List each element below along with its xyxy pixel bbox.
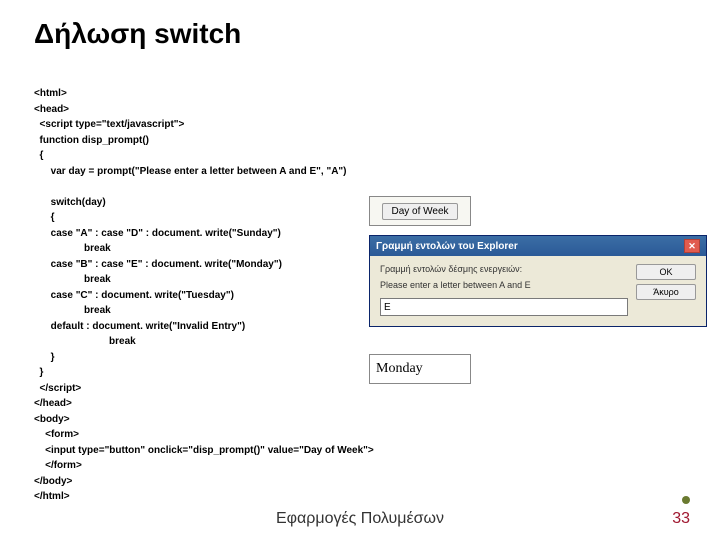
prompt-input[interactable] bbox=[380, 298, 628, 316]
day-of-week-button[interactable]: Day of Week bbox=[382, 203, 457, 220]
browser-output-frame: Monday bbox=[369, 354, 471, 384]
dialog-prompt-text: Please enter a letter between A and E bbox=[380, 280, 628, 290]
code-block: <html> <head> <script type="text/javascr… bbox=[34, 86, 374, 505]
dialog-titlebar: Γραμμή εντολών του Explorer ✕ bbox=[370, 236, 706, 256]
prompt-dialog: Γραμμή εντολών του Explorer ✕ Γραμμή εντ… bbox=[369, 235, 707, 327]
browser-frame-button: Day of Week bbox=[369, 196, 471, 226]
footer-text: Εφαρμογές Πολυμέσων bbox=[0, 510, 720, 528]
output-text: Monday bbox=[376, 361, 423, 377]
slide-title: Δήλωση switch bbox=[34, 18, 241, 50]
page-number: 33 bbox=[672, 510, 690, 528]
dialog-body: Γραμμή εντολών δέσμης ενεργειών: Please … bbox=[370, 256, 706, 326]
bullet-icon bbox=[682, 496, 690, 504]
close-icon[interactable]: ✕ bbox=[684, 239, 700, 253]
ok-button[interactable]: OK bbox=[636, 264, 696, 280]
dialog-title-text: Γραμμή εντολών του Explorer bbox=[376, 241, 518, 252]
cancel-button[interactable]: Άκυρο bbox=[636, 284, 696, 300]
dialog-label-script: Γραμμή εντολών δέσμης ενεργειών: bbox=[380, 264, 628, 274]
